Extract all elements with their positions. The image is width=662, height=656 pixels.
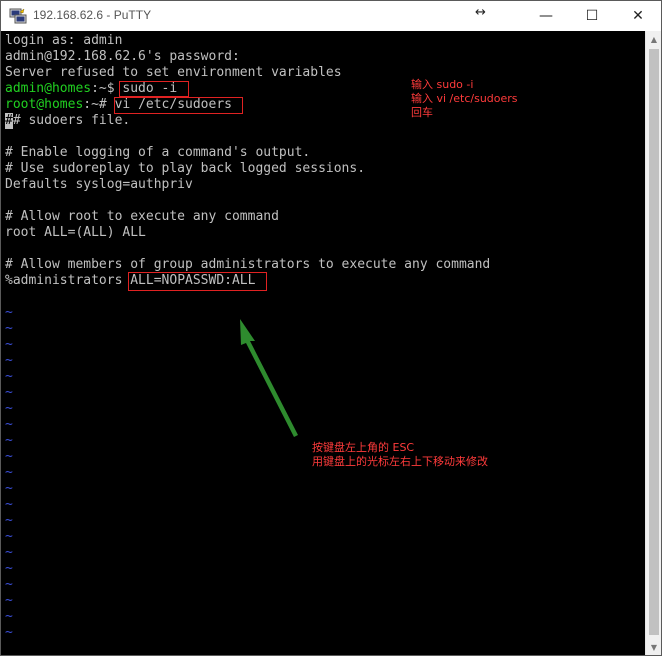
vi-empty-line: ~	[5, 401, 13, 416]
minimize-button[interactable]: —	[523, 1, 569, 31]
vi-empty-line: ~	[5, 353, 13, 368]
vi-empty-line: ~	[5, 433, 13, 448]
prompt-user-admin: admin@homes	[5, 81, 92, 96]
vi-empty-line: ~	[5, 561, 13, 576]
vi-empty-line: ~	[5, 305, 13, 320]
window-title: 192.168.62.6 - PuTTY	[33, 8, 152, 22]
terminal-line-root-comment: # Allow root to execute any command	[5, 209, 279, 224]
terminal-area[interactable]: login as: admin admin@192.168.62.6's pas…	[2, 31, 645, 655]
terminal-line-login: login as: admin	[5, 33, 123, 48]
vi-empty-line: ~	[5, 481, 13, 496]
prompt-suffix: :~$	[91, 81, 123, 96]
annotation-line: 回车	[411, 106, 433, 119]
vi-empty-line: ~	[5, 369, 13, 384]
annotation-esc-hint: 按键盘左上角的 ESC 用键盘上的光标左右上下移动来修改	[312, 441, 488, 469]
prompt-user-root: root@homes	[5, 97, 84, 112]
resize-cursor-icon: ↔	[475, 5, 486, 20]
vi-empty-line: ~	[5, 417, 13, 432]
vi-empty-line: ~	[5, 321, 13, 336]
terminal-line-root-rule: root ALL=(ALL) ALL	[5, 225, 146, 240]
annotation-line: 输入 sudo -i	[411, 78, 474, 91]
vi-empty-line: ~	[5, 513, 13, 528]
scroll-thumb[interactable]	[649, 49, 659, 635]
maximize-button[interactable]: ☐	[569, 1, 615, 31]
vi-empty-line: ~	[5, 545, 13, 560]
annotation-line: 输入 vi /etc/sudoers	[411, 92, 518, 105]
green-arrow-icon	[240, 319, 298, 437]
vi-empty-line: ~	[5, 529, 13, 544]
admin-group: %administrators	[5, 273, 131, 288]
text-cursor: #	[5, 113, 13, 129]
highlight-box-sudo	[119, 81, 189, 97]
vi-empty-line: ~	[5, 625, 13, 640]
highlight-box-nopasswd	[128, 272, 267, 291]
vi-empty-line: ~	[5, 593, 13, 608]
terminal-line-defaults: Defaults syslog=authpriv	[5, 177, 193, 192]
vertical-scrollbar[interactable]: ▲ ▼	[645, 31, 661, 655]
vi-empty-line: ~	[5, 449, 13, 464]
vi-empty-line: ~	[5, 385, 13, 400]
prompt-suffix: :~#	[83, 97, 115, 112]
terminal-line-logging-comment: # Enable logging of a command's output.	[5, 145, 311, 160]
scroll-up-arrow-icon[interactable]: ▲	[646, 31, 662, 47]
vi-empty-line: ~	[5, 497, 13, 512]
annotation-line: 按键盘左上角的 ESC	[312, 441, 415, 454]
terminal-line-admin-comment: # Allow members of group administrators …	[5, 257, 491, 272]
terminal-line-sudoreplay-comment: # Use sudoreplay to play back logged ses…	[5, 161, 366, 176]
scroll-down-arrow-icon[interactable]: ▼	[646, 639, 662, 655]
close-button[interactable]: ✕	[615, 1, 661, 31]
annotation-steps: 输入 sudo -i 输入 vi /etc/sudoers 回车	[411, 78, 518, 120]
annotation-line: 用键盘上的光标左右上下移动来修改	[312, 455, 488, 468]
vi-empty-line: ~	[5, 609, 13, 624]
terminal-line-env-error: Server refused to set environment variab…	[5, 65, 342, 80]
vi-empty-line: ~	[5, 337, 13, 352]
putty-app-icon[interactable]	[9, 7, 27, 25]
title-bar[interactable]: 192.168.62.6 - PuTTY ↔ — ☐ ✕	[1, 1, 661, 31]
terminal-line-sudoers-header: ## sudoers file.	[5, 113, 130, 129]
header-text: # sudoers file.	[12, 113, 131, 128]
terminal-line-password: admin@192.168.62.6's password:	[5, 49, 240, 64]
putty-window: 192.168.62.6 - PuTTY ↔ — ☐ ✕ login as: a…	[0, 0, 662, 656]
highlight-box-vi	[114, 97, 243, 114]
vi-empty-line: ~	[5, 465, 13, 480]
vi-empty-line: ~	[5, 577, 13, 592]
